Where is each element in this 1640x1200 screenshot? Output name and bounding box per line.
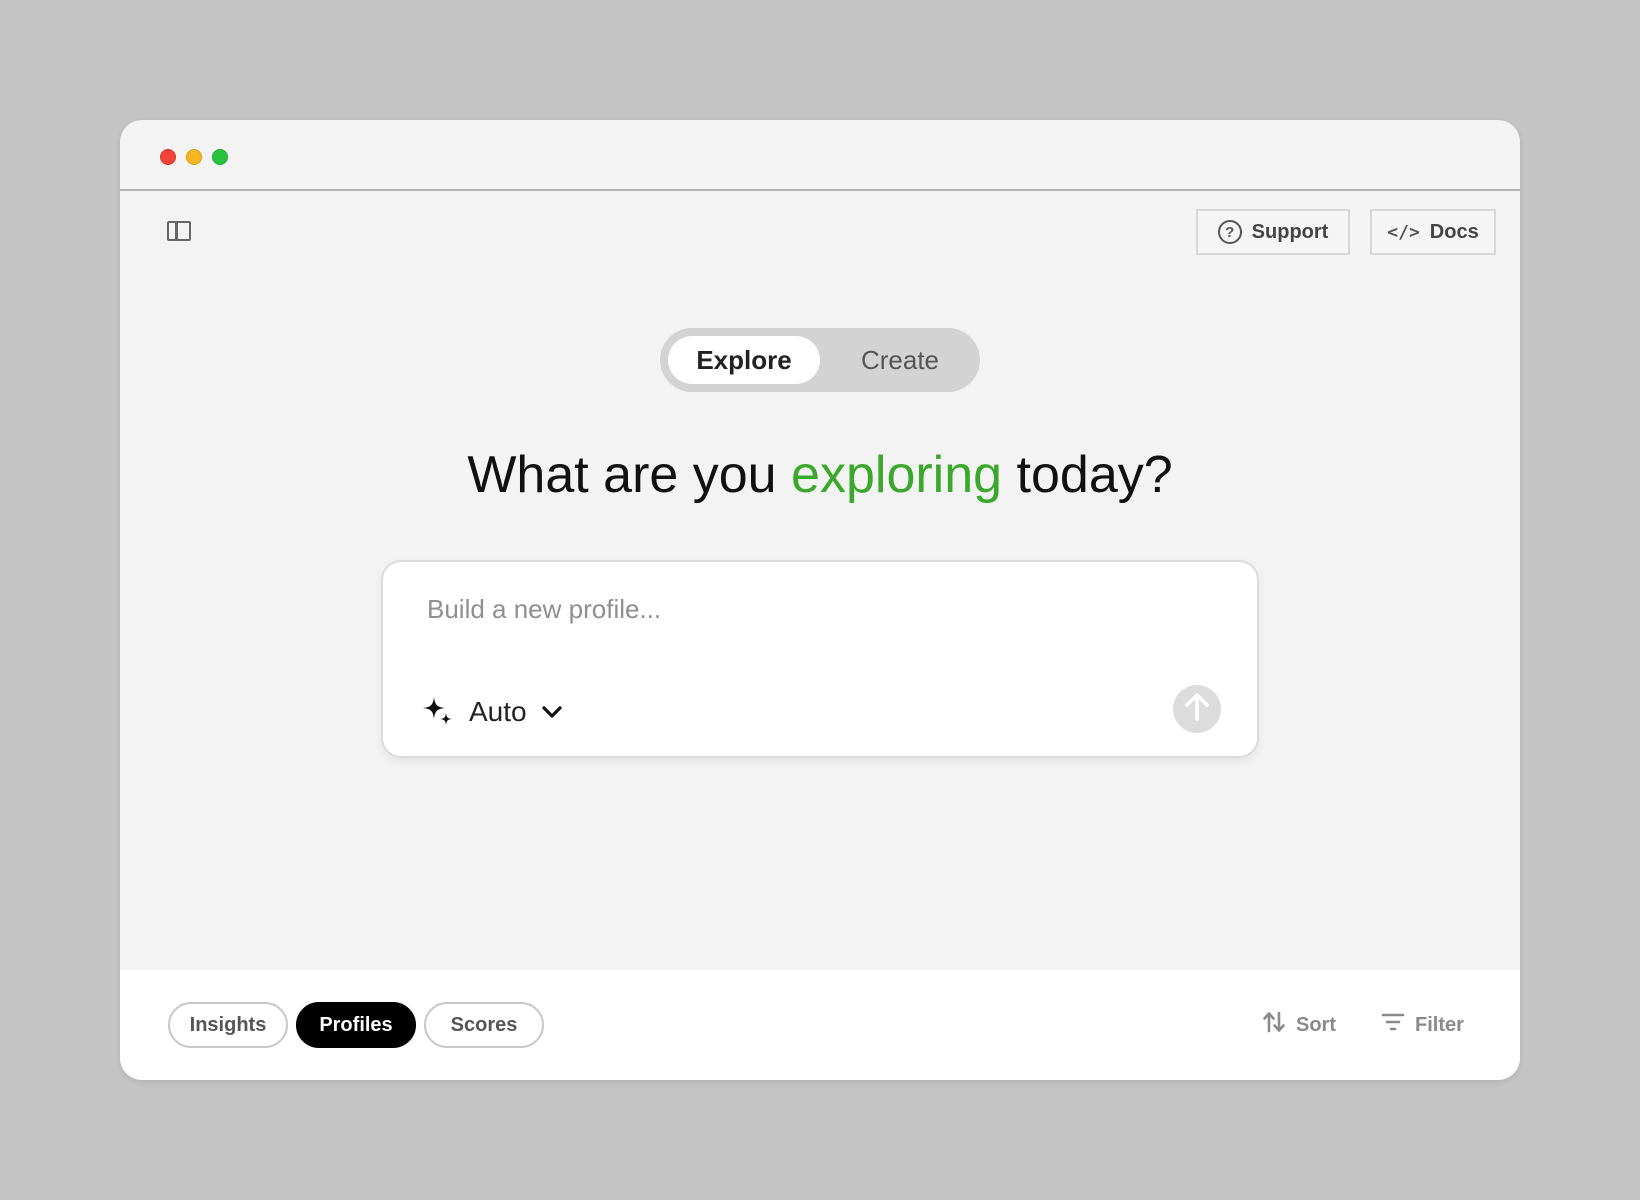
code-icon: </> bbox=[1387, 221, 1420, 243]
title-bar bbox=[120, 120, 1520, 191]
support-button[interactable]: ? Support bbox=[1196, 209, 1350, 255]
sort-label: Sort bbox=[1296, 1013, 1336, 1036]
send-button[interactable] bbox=[1173, 685, 1221, 733]
page-title: What are you exploring today? bbox=[120, 445, 1520, 505]
tab-scores[interactable]: Scores bbox=[424, 1002, 544, 1048]
mode-toggle: Explore Create bbox=[660, 328, 980, 392]
headline-prefix: What are you bbox=[467, 446, 792, 504]
prompt-input[interactable] bbox=[427, 594, 1187, 625]
chevron-down-icon bbox=[541, 705, 563, 719]
headline-suffix: today? bbox=[1002, 446, 1173, 504]
maximize-window-button[interactable] bbox=[212, 149, 228, 165]
close-window-button[interactable] bbox=[160, 149, 176, 165]
sort-button[interactable]: Sort bbox=[1262, 1002, 1336, 1048]
arrow-up-icon bbox=[1183, 692, 1211, 727]
tab-explore[interactable]: Explore bbox=[668, 336, 820, 384]
question-circle-icon: ? bbox=[1217, 220, 1242, 244]
tab-profiles[interactable]: Profiles bbox=[296, 1002, 416, 1048]
prompt-card: Auto bbox=[381, 560, 1259, 758]
filter-lines-icon bbox=[1381, 1011, 1405, 1039]
model-selector[interactable]: Auto bbox=[421, 692, 563, 732]
tab-create[interactable]: Create bbox=[828, 336, 972, 384]
app-window: ? Support </> Docs Explore Create What a… bbox=[120, 120, 1520, 1080]
filter-label: Filter bbox=[1415, 1013, 1464, 1036]
sparkle-icon bbox=[421, 695, 455, 729]
filter-button[interactable]: Filter bbox=[1381, 1002, 1464, 1048]
support-label: Support bbox=[1251, 220, 1329, 243]
bottom-toolbar: Insights Profiles Scores Sort Filter bbox=[120, 970, 1520, 1080]
docs-label: Docs bbox=[1429, 220, 1479, 243]
model-label: Auto bbox=[469, 696, 527, 727]
sort-arrows-icon bbox=[1262, 1010, 1286, 1040]
tab-insights[interactable]: Insights bbox=[168, 1002, 288, 1048]
docs-button[interactable]: </> Docs bbox=[1370, 209, 1496, 255]
headline-highlight: exploring bbox=[791, 446, 1003, 504]
sidebar-toggle-icon[interactable] bbox=[167, 221, 191, 241]
minimize-window-button[interactable] bbox=[186, 149, 202, 165]
